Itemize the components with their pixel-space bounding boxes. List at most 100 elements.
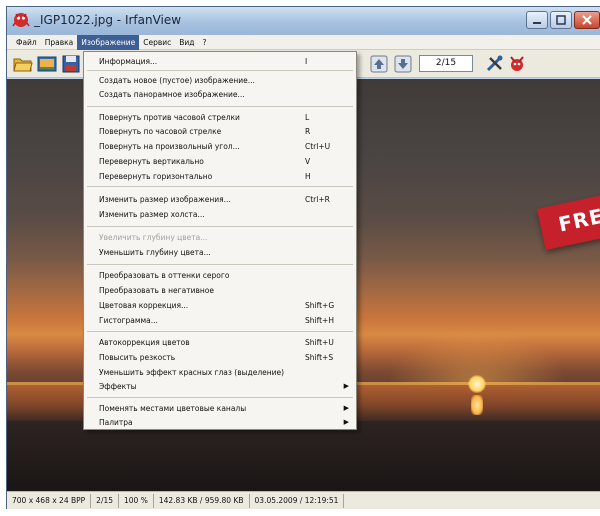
menu-tools[interactable]: Сервис bbox=[139, 35, 175, 50]
close-button[interactable] bbox=[574, 11, 600, 29]
menu-item-sharpen[interactable]: Повысить резкость Shift+S bbox=[84, 351, 356, 364]
menu-separator bbox=[87, 186, 353, 187]
menu-item-label: Увеличить глубину цвета... bbox=[99, 233, 208, 242]
menu-item-histogram[interactable]: Гистограмма... Shift+H bbox=[84, 314, 356, 327]
menu-item-shortcut: I bbox=[305, 57, 308, 66]
menu-item-label: Преобразовать в негативное bbox=[99, 286, 214, 295]
menu-item-shortcut: Shift+U bbox=[305, 338, 334, 347]
menu-item-auto-color[interactable]: Автокоррекция цветов Shift+U bbox=[84, 336, 356, 349]
menu-item-shortcut: R bbox=[305, 127, 311, 136]
menu-item-flip-vertical[interactable]: Перевернуть вертикально V bbox=[84, 155, 356, 168]
menu-item-label: Палитра bbox=[99, 418, 133, 427]
menu-separator bbox=[87, 106, 353, 107]
menu-item-label: Повернуть по часовой стрелке bbox=[99, 127, 222, 136]
dark-shore bbox=[7, 421, 600, 491]
menu-item-label: Повысить резкость bbox=[99, 353, 176, 362]
title-bar[interactable]: _IGP1022.jpg - IrfanView bbox=[7, 7, 600, 35]
menu-item-label: Поменять местами цветовые каналы bbox=[99, 404, 247, 413]
slideshow-icon[interactable] bbox=[37, 54, 57, 74]
exit-icon[interactable] bbox=[507, 54, 527, 74]
maximize-icon bbox=[556, 15, 566, 25]
menu-image[interactable]: Изображение bbox=[77, 34, 140, 50]
menu-help[interactable]: ? bbox=[198, 35, 210, 50]
menu-item-create-new-image[interactable]: Создать новое (пустое) изображение... bbox=[84, 74, 356, 87]
menu-item-rotate-custom[interactable]: Повернуть на произвольный угол... Ctrl+U bbox=[84, 140, 356, 153]
save-icon[interactable] bbox=[61, 54, 81, 74]
menu-item-resize-image[interactable]: Изменить размер изображения... Ctrl+R bbox=[84, 193, 356, 206]
menu-item-label: Перевернуть горизонтально bbox=[99, 172, 213, 181]
menu-separator bbox=[87, 264, 353, 265]
menu-item-create-panorama[interactable]: Создать панорамное изображение... bbox=[84, 88, 356, 101]
maximize-button[interactable] bbox=[550, 11, 572, 29]
menu-item-shortcut: Ctrl+R bbox=[305, 195, 330, 204]
menu-item-convert-grayscale[interactable]: Преобразовать в оттенки серого bbox=[84, 269, 356, 282]
minimize-icon bbox=[533, 22, 541, 24]
submenu-arrow-icon: ▶ bbox=[343, 382, 349, 390]
menu-item-shortcut: H bbox=[305, 172, 311, 181]
menu-item-shortcut: L bbox=[305, 113, 310, 122]
menu-item-information[interactable]: Информация... I bbox=[84, 55, 356, 68]
menu-item-swap-color-channels[interactable]: Поменять местами цветовые каналы ▶ bbox=[84, 402, 356, 415]
menu-item-shortcut: Shift+G bbox=[305, 301, 335, 310]
submenu-arrow-icon: ▶ bbox=[343, 418, 349, 426]
menu-item-label: Автокоррекция цветов bbox=[99, 338, 190, 347]
menu-item-shortcut: V bbox=[305, 157, 311, 166]
menu-item-label: Эффекты bbox=[99, 382, 137, 391]
close-icon bbox=[582, 15, 592, 25]
menu-item-rotate-right[interactable]: Повернуть по часовой стрелке R bbox=[84, 125, 356, 138]
status-bar: 700 x 468 x 24 BPP 2/15 100 % 142.83 KB … bbox=[7, 491, 600, 509]
image-menu-dropdown: Информация... I Создать новое (пустое) и… bbox=[83, 51, 357, 430]
open-folder-icon[interactable] bbox=[13, 54, 33, 74]
status-file-index: 2/15 bbox=[91, 493, 120, 508]
menu-item-label: Создать новое (пустое) изображение... bbox=[99, 76, 255, 85]
menu-edit[interactable]: Правка bbox=[41, 35, 78, 50]
menu-item-label: Цветовая коррекция... bbox=[99, 301, 189, 310]
menu-item-label: Перевернуть вертикально bbox=[99, 157, 204, 166]
minimize-button[interactable] bbox=[526, 11, 548, 29]
menu-item-label: Уменьшить глубину цвета... bbox=[99, 248, 211, 257]
menu-item-resize-canvas[interactable]: Изменить размер холста... bbox=[84, 208, 356, 221]
menu-item-rotate-left[interactable]: Повернуть против часовой стрелки L bbox=[84, 111, 356, 124]
menu-item-increase-color-depth: Увеличить глубину цвета... bbox=[84, 231, 356, 244]
properties-icon[interactable] bbox=[485, 54, 505, 74]
menu-item-label: Гистограмма... bbox=[99, 316, 158, 325]
menu-separator bbox=[87, 226, 353, 227]
menu-item-label: Уменьшить эффект красных глаз (выделение… bbox=[99, 368, 285, 377]
menu-item-label: Преобразовать в оттенки серого bbox=[99, 271, 230, 280]
menu-item-label: Создать панорамное изображение... bbox=[99, 90, 245, 99]
menu-item-palette[interactable]: Палитра ▶ bbox=[84, 416, 356, 429]
menu-file[interactable]: Файл bbox=[12, 35, 41, 50]
menu-item-convert-negative[interactable]: Преобразовать в негативное bbox=[84, 284, 356, 297]
status-file-size: 142.83 KB / 959.80 KB bbox=[154, 493, 250, 508]
menu-item-label: Изменить размер изображения... bbox=[99, 195, 231, 204]
menu-separator bbox=[87, 70, 353, 71]
menu-separator bbox=[87, 397, 353, 398]
menu-item-shortcut: Shift+H bbox=[305, 316, 334, 325]
menu-item-shortcut: Ctrl+U bbox=[305, 142, 331, 151]
prev-file-icon[interactable] bbox=[369, 54, 389, 74]
menu-separator bbox=[87, 331, 353, 332]
page-indicator: 2/15 bbox=[419, 55, 473, 72]
irfanview-app-icon bbox=[12, 13, 30, 27]
menu-bar: Файл Правка Изображение Сервис Вид ? bbox=[7, 34, 600, 50]
menu-item-decrease-color-depth[interactable]: Уменьшить глубину цвета... bbox=[84, 246, 356, 259]
free-banner-text: FRE bbox=[556, 203, 600, 237]
menu-item-label: Повернуть против часовой стрелки bbox=[99, 113, 240, 122]
menu-item-label: Информация... bbox=[99, 57, 158, 66]
menu-item-shortcut: Shift+S bbox=[305, 353, 334, 362]
menu-item-label: Повернуть на произвольный угол... bbox=[99, 142, 240, 151]
sun-reflection bbox=[471, 395, 483, 415]
status-zoom: 100 % bbox=[119, 493, 154, 508]
window-title: _IGP1022.jpg - IrfanView bbox=[34, 13, 182, 27]
status-datetime: 03.05.2009 / 12:19:51 bbox=[250, 493, 345, 508]
sun bbox=[468, 375, 486, 393]
menu-view[interactable]: Вид bbox=[175, 35, 198, 50]
status-dimensions: 700 x 468 x 24 BPP bbox=[7, 493, 92, 508]
submenu-arrow-icon: ▶ bbox=[343, 404, 349, 412]
menu-item-color-correction[interactable]: Цветовая коррекция... Shift+G bbox=[84, 299, 356, 312]
menu-item-red-eye-reduction[interactable]: Уменьшить эффект красных глаз (выделение… bbox=[84, 366, 356, 379]
menu-item-effects[interactable]: Эффекты ▶ bbox=[84, 380, 356, 393]
menu-item-label: Изменить размер холста... bbox=[99, 210, 205, 219]
next-file-icon[interactable] bbox=[393, 54, 413, 74]
menu-item-flip-horizontal[interactable]: Перевернуть горизонтально H bbox=[84, 170, 356, 183]
